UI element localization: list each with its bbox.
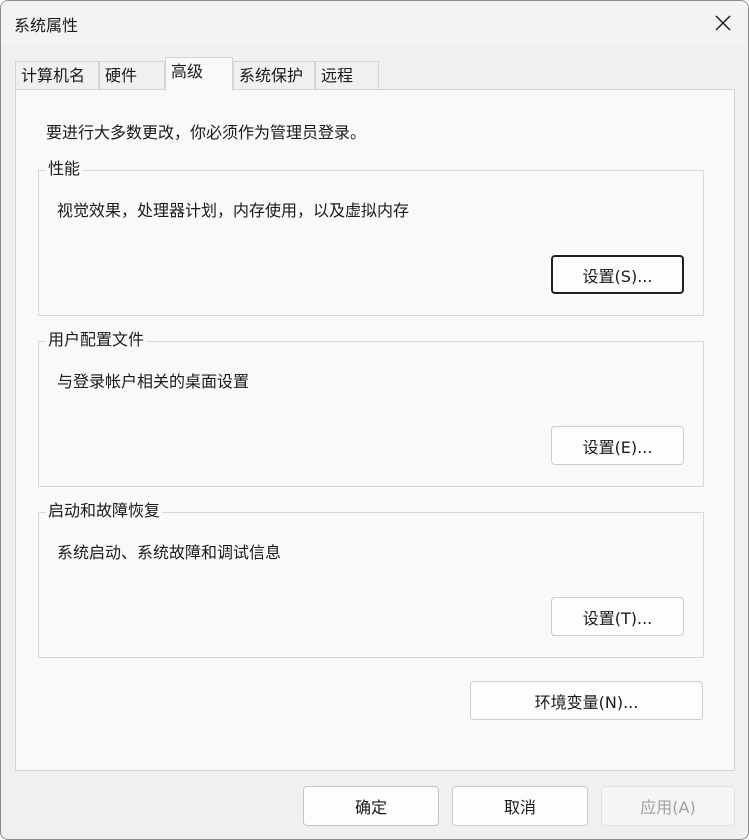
close-button[interactable]: [703, 5, 743, 41]
startup-recovery-group: 启动和故障恢复 系统启动、系统故障和调试信息 设置(T)...: [38, 501, 704, 658]
startup-recovery-settings-button[interactable]: 设置(T)...: [551, 597, 684, 636]
performance-settings-button[interactable]: 设置(S)...: [551, 255, 684, 294]
window-title: 系统属性: [14, 16, 79, 35]
startup-recovery-label: 启动和故障恢复: [46, 501, 163, 521]
close-icon: [715, 15, 731, 31]
user-profiles-group: 用户配置文件 与登录帐户相关的桌面设置 设置(E)...: [38, 330, 704, 487]
tab-computer-name[interactable]: 计算机名: [15, 61, 99, 90]
startup-recovery-description: 系统启动、系统故障和调试信息: [57, 543, 282, 562]
admin-note: 要进行大多数更改，你必须作为管理员登录。: [46, 123, 367, 142]
performance-label: 性能: [46, 159, 83, 179]
user-profiles-settings-button[interactable]: 设置(E)...: [551, 426, 684, 465]
user-profiles-label: 用户配置文件: [46, 330, 147, 350]
performance-group: 性能 视觉效果，处理器计划，内存使用，以及虚拟内存 设置(S)...: [38, 159, 704, 316]
tab-hardware[interactable]: 硬件: [99, 61, 165, 90]
cancel-button[interactable]: 取消: [452, 786, 588, 826]
tab-remote[interactable]: 远程: [315, 61, 379, 90]
advanced-tab-panel: 要进行大多数更改，你必须作为管理员登录。 性能 视觉效果，处理器计划，内存使用，…: [15, 89, 735, 771]
system-properties-window: 系统属性 计算机名 硬件 高级 系统保护 远程 要进行大多数更改，你必须作为管理…: [0, 0, 749, 840]
environment-variables-button[interactable]: 环境变量(N)...: [470, 681, 703, 720]
user-profiles-description: 与登录帐户相关的桌面设置: [57, 372, 250, 391]
apply-button[interactable]: 应用(A): [601, 786, 735, 826]
performance-description: 视觉效果，处理器计划，内存使用，以及虚拟内存: [57, 201, 410, 220]
ok-button[interactable]: 确定: [303, 786, 439, 826]
tab-advanced[interactable]: 高级: [165, 57, 233, 91]
title-bar: 系统属性: [1, 1, 748, 45]
tab-system-protection[interactable]: 系统保护: [233, 61, 315, 90]
